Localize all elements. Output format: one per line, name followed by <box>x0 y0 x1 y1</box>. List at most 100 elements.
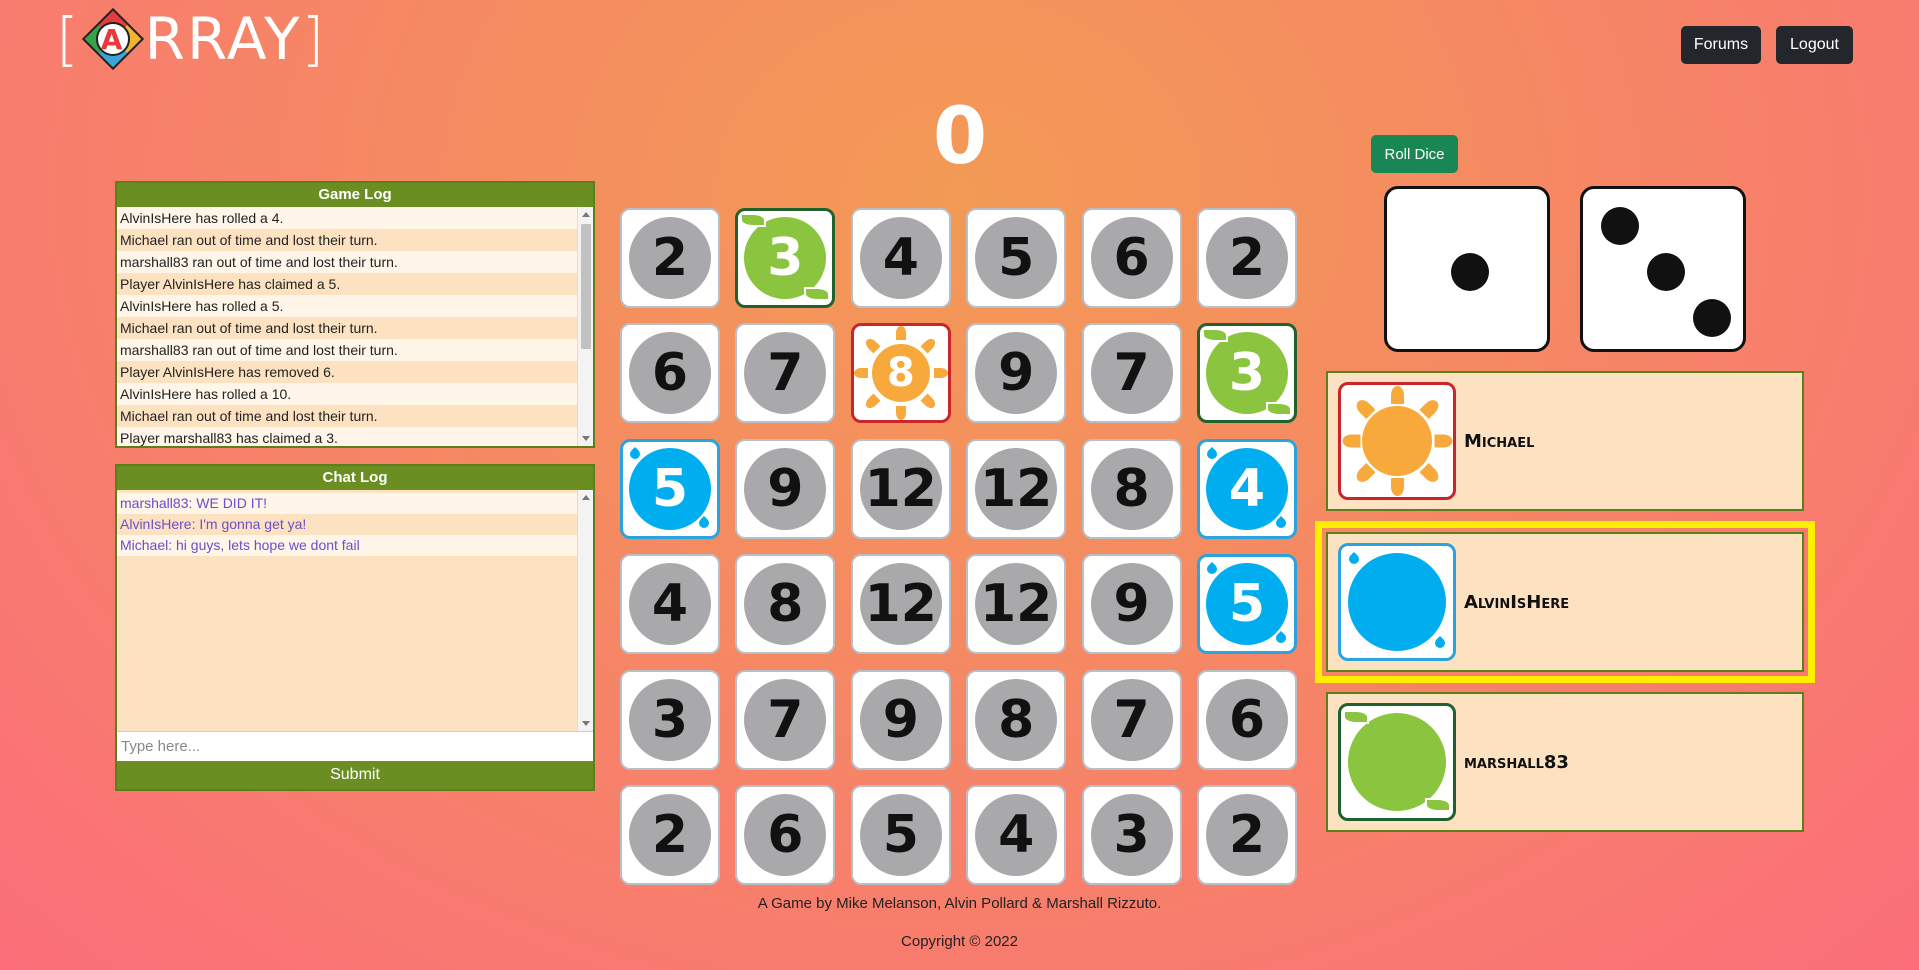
board-cell-plain[interactable]: 4 <box>620 554 720 655</box>
board-cell-plain[interactable]: 4 <box>966 784 1067 885</box>
board-cell-plain[interactable]: 12 <box>850 438 951 539</box>
board-cell-plain[interactable]: 7 <box>1081 323 1182 424</box>
scroll-down-icon[interactable] <box>582 436 590 441</box>
player-card: marshall83 <box>1326 692 1804 832</box>
leaf-icon <box>804 287 831 301</box>
game-log-scrollbar[interactable] <box>577 207 593 446</box>
game-log-entry: Michael ran out of time and lost their t… <box>120 320 378 336</box>
board-cell-plain[interactable]: 12 <box>966 438 1067 539</box>
chat-log-title: Chat Log <box>117 466 593 490</box>
sun-ray-icon <box>920 336 938 354</box>
board-cell-water[interactable]: 4 <box>1196 438 1297 539</box>
cell-number: 9 <box>1090 563 1173 646</box>
game-board: 2 3 4 5 6 2 6 7 8 9 7 3 5 9 12 12 8 4 4 8 12 12 9 5 3 7 9 8 7 6 2 6 5 4 3 2 <box>620 208 1297 885</box>
board-cell-plain[interactable]: 8 <box>966 669 1067 770</box>
board-cell-leaf[interactable]: 3 <box>735 208 836 308</box>
roll-dice-button[interactable]: Roll Dice <box>1371 135 1458 173</box>
board-cell-plain[interactable]: 4 <box>850 208 951 308</box>
board-cell-plain[interactable]: 9 <box>850 669 951 770</box>
logout-button[interactable]: Logout <box>1776 26 1853 64</box>
die-left <box>1384 186 1550 352</box>
scroll-up-icon[interactable] <box>582 495 590 500</box>
chat-message: Michael: hi guys, lets hope we dont fail <box>117 535 577 556</box>
cell-number: 9 <box>744 447 827 530</box>
die-pip <box>1451 253 1489 291</box>
board-cell-plain[interactable]: 8 <box>1081 438 1182 539</box>
board-cell-plain[interactable]: 5 <box>850 784 951 885</box>
cell-number: 3 <box>629 678 711 761</box>
die-right <box>1580 186 1746 352</box>
sun-ray-icon <box>863 336 881 354</box>
leaf-icon <box>1343 710 1369 724</box>
chat-scrollbar[interactable] <box>577 490 593 731</box>
board-cell-plain[interactable]: 2 <box>620 208 720 308</box>
chat-message-list[interactable]: marshall83: WE DID IT! AlvinIsHere: I'm g… <box>117 490 593 731</box>
cell-number: 12 <box>975 563 1058 646</box>
sun-ray-icon <box>863 393 881 411</box>
chat-input[interactable] <box>117 731 593 761</box>
chat-message: AlvinIsHere: I'm gonna get ya! <box>120 516 307 532</box>
cell-number: 8 <box>1090 447 1173 530</box>
board-cell-plain[interactable]: 8 <box>735 554 836 655</box>
board-cell-plain[interactable]: 2 <box>1196 784 1297 885</box>
cell-number: 8 <box>871 344 930 403</box>
game-log-entry: AlvinIsHere has rolled a 4. <box>117 207 577 229</box>
game-log-list[interactable]: AlvinIsHere has rolled a 4. Michael ran o… <box>117 207 593 446</box>
sun-icon <box>1338 382 1456 500</box>
board-cell-plain[interactable]: 5 <box>966 208 1067 308</box>
cell-number: 2 <box>1205 793 1288 876</box>
board-cell-plain[interactable]: 7 <box>1081 669 1182 770</box>
leaf-icon <box>1338 703 1456 821</box>
cell-number: 6 <box>1205 678 1288 761</box>
game-log-entry: AlvinIsHere has rolled a 5. <box>117 295 577 317</box>
player-token <box>1348 713 1446 811</box>
player-name: AlvinIsHere <box>1464 591 1570 613</box>
water-drop-icon <box>1344 549 1364 569</box>
board-cell-sun[interactable]: 8 <box>850 323 951 424</box>
leaf-icon <box>1265 402 1292 417</box>
board-cell-water[interactable]: 5 <box>1196 554 1297 655</box>
sun-ray-icon <box>895 406 906 421</box>
board-cell-water[interactable]: 5 <box>620 438 720 539</box>
chat-log-panel: Chat Log marshall83: WE DID IT! AlvinIsHe… <box>115 464 595 791</box>
board-cell-plain[interactable]: 6 <box>1081 208 1182 308</box>
cell-number: 7 <box>1090 678 1173 761</box>
board-cell-plain[interactable]: 2 <box>1196 208 1297 308</box>
scroll-down-icon[interactable] <box>582 721 590 726</box>
forums-button[interactable]: Forums <box>1681 26 1761 64</box>
cell-number: 8 <box>744 563 827 646</box>
die-pip <box>1601 207 1639 245</box>
footer-copyright: Copyright © 2022 <box>901 933 1018 950</box>
cell-number: 12 <box>859 447 942 530</box>
logo-bracket-close: ] <box>301 5 327 73</box>
board-cell-plain[interactable]: 3 <box>620 669 720 770</box>
board-cell-plain[interactable]: 12 <box>850 554 951 655</box>
sun-ray-icon <box>1391 478 1404 496</box>
board-cell-plain[interactable]: 3 <box>1081 784 1182 885</box>
board-cell-plain[interactable]: 9 <box>1081 554 1182 655</box>
chat-message: marshall83: WE DID IT! <box>117 493 577 514</box>
water-drop-icon <box>1430 633 1450 653</box>
board-cell-plain[interactable]: 6 <box>735 784 836 885</box>
scroll-thumb[interactable] <box>581 224 591 349</box>
game-log-entry: Michael ran out of time and lost their t… <box>120 408 378 424</box>
chat-submit-button[interactable]: Submit <box>117 761 593 789</box>
board-cell-plain[interactable]: 6 <box>620 323 720 424</box>
cell-number: 5 <box>859 793 942 876</box>
logo-diamond-icon: A <box>81 7 144 71</box>
board-cell-plain[interactable]: 9 <box>735 438 836 539</box>
die-pip <box>1647 253 1685 291</box>
board-cell-plain[interactable]: 6 <box>1196 669 1297 770</box>
board-cell-plain[interactable]: 12 <box>966 554 1067 655</box>
board-cell-plain[interactable]: 7 <box>735 323 836 424</box>
board-cell-plain[interactable]: 7 <box>735 669 836 770</box>
cell-number: 4 <box>859 217 942 299</box>
board-cell-leaf[interactable]: 3 <box>1196 323 1297 424</box>
leaf-icon <box>740 213 767 227</box>
player-card: AlvinIsHere <box>1315 521 1815 683</box>
board-cell-plain[interactable]: 9 <box>966 323 1067 424</box>
scroll-up-icon[interactable] <box>582 212 590 217</box>
array-logo[interactable]: [ A RRAY ] <box>56 4 326 74</box>
die-pip <box>1693 299 1731 337</box>
board-cell-plain[interactable]: 2 <box>620 784 720 885</box>
